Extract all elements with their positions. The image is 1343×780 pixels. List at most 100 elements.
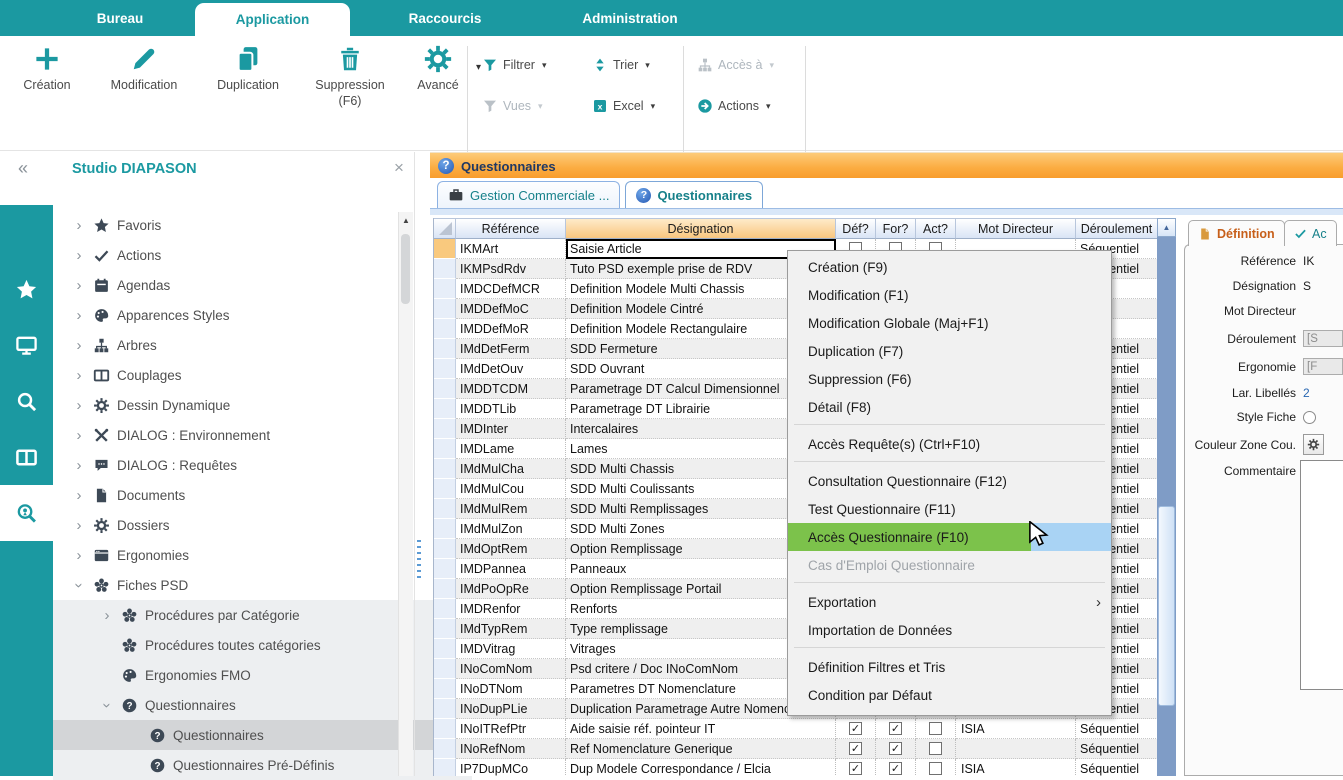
chevron-icon[interactable] [71, 277, 87, 294]
menu-item[interactable]: Accès Questionnaire (F10) › [788, 523, 1111, 551]
cell-reference[interactable]: IMdDetFerm [456, 339, 566, 359]
duplication-button[interactable]: Duplication [198, 44, 298, 109]
column-header[interactable]: Déroulement [1076, 218, 1158, 239]
menu-item[interactable]: Suppression (F6) › [788, 365, 1111, 393]
cell-reference[interactable]: IMdMulCou [456, 479, 566, 499]
row-selector[interactable] [434, 519, 456, 539]
menu-item[interactable]: Création (F9) › [788, 253, 1111, 281]
cell-reference[interactable]: INoComNom [456, 659, 566, 679]
row-selector[interactable] [434, 259, 456, 279]
tree-item[interactable]: Questionnaires [53, 690, 444, 720]
cell-reference[interactable]: IMdMulRem [456, 499, 566, 519]
table-scrollbar-thumb[interactable] [1158, 506, 1175, 706]
menu-item[interactable]: Accès Requête(s) (Ctrl+F10) › [788, 430, 1111, 458]
tree-item[interactable]: Agendas [53, 270, 416, 300]
row-selector[interactable] [434, 379, 456, 399]
cell-reference[interactable]: IMDPannea [456, 559, 566, 579]
cell-reference[interactable]: IMDLame [456, 439, 566, 459]
cell-mot-directeur[interactable] [956, 739, 1076, 759]
cell-designation[interactable]: Aide saisie réf. pointeur IT [566, 719, 836, 739]
cell-reference[interactable]: IKMArt [456, 239, 566, 259]
tab-gestion-commerciale[interactable]: Gestion Commerciale ... [437, 181, 620, 208]
tree-item[interactable]: Ergonomies FMO [53, 660, 444, 690]
cell-reference[interactable]: IMDDefMoR [456, 319, 566, 339]
actions-button[interactable]: Actions ▾ [697, 98, 771, 114]
column-header[interactable]: Référence [456, 218, 566, 239]
cell-act[interactable] [916, 759, 956, 776]
column-header[interactable]: Désignation [566, 218, 836, 239]
tree-item[interactable]: Procédures par Catégorie [53, 600, 444, 630]
tree-item[interactable]: Arbres [53, 330, 416, 360]
tab-definition[interactable]: Définition [1188, 220, 1285, 246]
tab-questionnaires[interactable]: ? Questionnaires [625, 181, 763, 208]
row-selector[interactable] [434, 319, 456, 339]
deroulement-input[interactable]: [S [1303, 330, 1343, 347]
menu-item[interactable]: Cas d'Emploi Questionnaire › [788, 551, 1111, 579]
row-selector[interactable] [434, 339, 456, 359]
ribbon-tab[interactable]: Raccourcis [385, 0, 505, 36]
cell-reference[interactable]: INoRefNom [456, 739, 566, 759]
collapse-sidebar-button[interactable]: « [18, 158, 28, 179]
row-selector[interactable] [434, 419, 456, 439]
menu-item[interactable]: Condition par Défaut › [788, 681, 1111, 709]
chevron-icon[interactable] [71, 247, 87, 264]
tree-scrollbar[interactable]: ▲ [398, 212, 413, 776]
cell-act[interactable] [916, 719, 956, 739]
cell-reference[interactable]: IMdTypRem [456, 619, 566, 639]
chevron-icon[interactable] [99, 607, 115, 624]
menu-item[interactable]: Test Questionnaire (F11) › [788, 495, 1111, 523]
strip-tile[interactable] [0, 261, 53, 317]
chevron-icon[interactable] [71, 337, 87, 354]
row-selector[interactable] [434, 459, 456, 479]
cell-reference[interactable]: IMdMulCha [456, 459, 566, 479]
avance-button[interactable]: Avancé ▾ [402, 44, 474, 109]
tree-item[interactable]: Fiches PSD [53, 570, 416, 600]
cell-reference[interactable]: IMDDefMoC [456, 299, 566, 319]
cell-designation[interactable]: Ref Nomenclature Generique [566, 739, 836, 759]
strip-tile[interactable] [0, 485, 53, 541]
strip-tile[interactable] [0, 429, 53, 485]
checkbox[interactable] [849, 722, 862, 735]
style-fiche-radio[interactable] [1303, 411, 1316, 424]
menu-item[interactable]: Modification (F1) › [788, 281, 1111, 309]
strip-tile[interactable] [0, 373, 53, 429]
cell-reference[interactable]: INoDTNom [456, 679, 566, 699]
chevron-down-icon[interactable]: ▾ [476, 62, 481, 73]
tree-item[interactable]: Favoris [53, 210, 416, 240]
chevron-icon[interactable] [71, 307, 87, 324]
scroll-up-button[interactable]: ▲ [1157, 218, 1176, 237]
column-header[interactable]: Déf? [836, 218, 876, 239]
scroll-up-icon[interactable]: ▲ [399, 212, 413, 225]
tree-item[interactable]: Procédures toutes catégories [53, 630, 444, 660]
cell-for[interactable] [876, 759, 916, 776]
cell-act[interactable] [916, 739, 956, 759]
table-row[interactable]: INoITRefPtr Aide saisie réf. pointeur IT… [434, 719, 1158, 739]
row-selector[interactable] [434, 699, 456, 719]
cell-reference[interactable]: IMdDetOuv [456, 359, 566, 379]
select-all-corner[interactable] [434, 218, 456, 239]
cell-reference[interactable]: IMDCDefMCR [456, 279, 566, 299]
row-selector[interactable] [434, 479, 456, 499]
cell-reference[interactable]: INoDupPLie [456, 699, 566, 719]
tree-item[interactable]: DIALOG : Environnement [53, 420, 416, 450]
tree-item[interactable]: Dessin Dynamique [53, 390, 416, 420]
vues-button[interactable]: Vues ▾ [482, 98, 578, 114]
menu-item[interactable]: Consultation Questionnaire (F12) › [788, 467, 1111, 495]
menu-item[interactable]: Importation de Données › [788, 616, 1111, 644]
table-row[interactable]: IP7DupMCo Dup Modele Correspondance / El… [434, 759, 1158, 776]
excel-button[interactable]: Excel ▾ [592, 98, 655, 114]
row-selector[interactable] [434, 599, 456, 619]
chevron-icon[interactable] [71, 577, 88, 593]
table-scrollbar[interactable]: ▲ [1157, 218, 1176, 776]
tree-item[interactable]: Actions [53, 240, 416, 270]
couleur-zone-button[interactable] [1303, 434, 1324, 455]
checkbox[interactable] [929, 722, 942, 735]
row-selector[interactable] [434, 659, 456, 679]
strip-tile[interactable] [0, 317, 53, 373]
suppression-button[interactable]: Suppression(F6) [298, 44, 402, 109]
row-selector[interactable] [434, 439, 456, 459]
cell-for[interactable] [876, 719, 916, 739]
row-selector[interactable] [434, 679, 456, 699]
tab-actions-truncated[interactable]: Ac [1284, 220, 1337, 246]
chevron-icon[interactable] [71, 517, 87, 534]
